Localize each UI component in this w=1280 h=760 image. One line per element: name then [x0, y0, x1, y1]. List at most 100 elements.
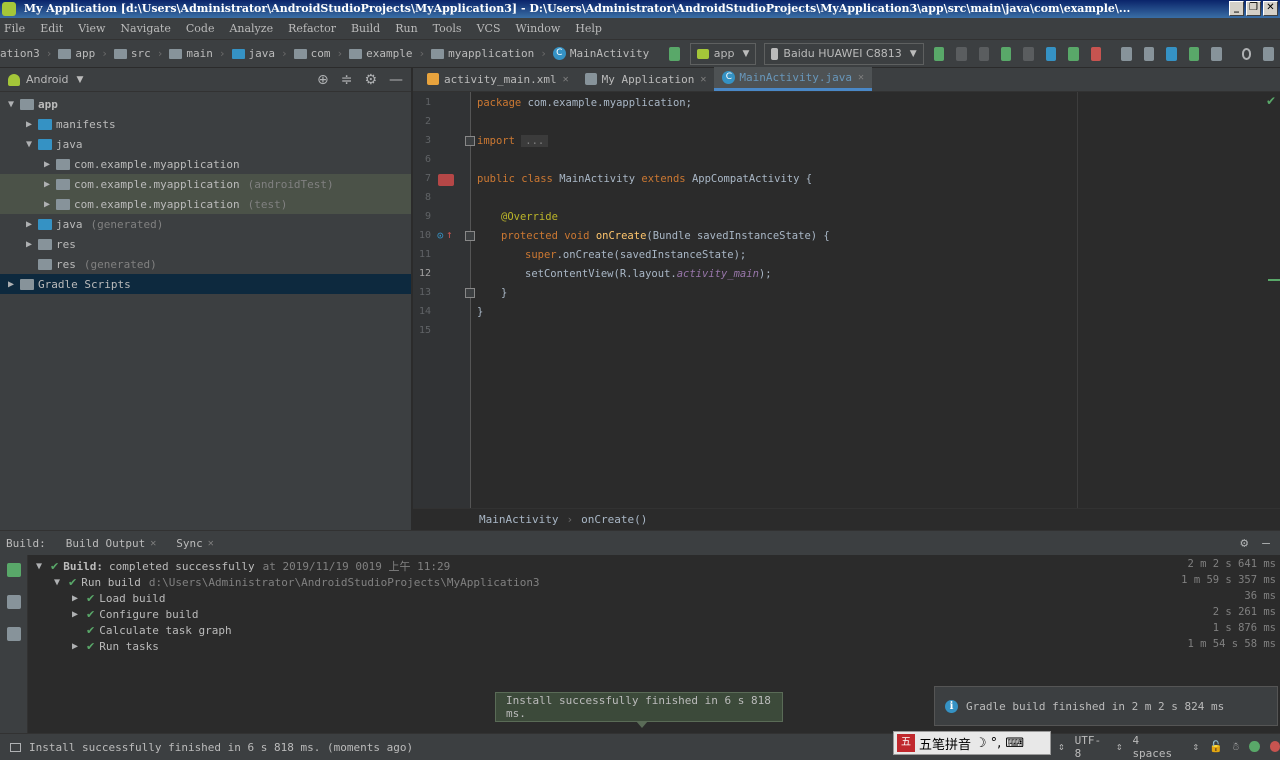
- tab-sync[interactable]: Sync ✕: [176, 537, 214, 550]
- tab-activity-main-xml[interactable]: activity_main.xml ✕: [419, 67, 577, 91]
- menu-code[interactable]: Code: [186, 22, 215, 35]
- expand-icon[interactable]: ▶: [4, 279, 18, 290]
- tool-windows-icon[interactable]: [10, 742, 21, 752]
- chevron-down-icon[interactable]: ▼: [77, 75, 84, 85]
- toggle-view-icon[interactable]: [7, 595, 21, 609]
- close-button[interactable]: ✕: [1263, 1, 1278, 16]
- fold-icon[interactable]: [465, 231, 475, 241]
- build-row[interactable]: ▶ ✔ Run tasks: [30, 638, 159, 654]
- pin-icon[interactable]: [7, 627, 21, 641]
- expand-icon[interactable]: ▶: [40, 199, 54, 210]
- event-log-icon[interactable]: [1263, 46, 1274, 61]
- expand-icon[interactable]: ▶: [40, 159, 54, 170]
- punctuation-icon[interactable]: °,: [991, 736, 1002, 751]
- breadcrumb-myapplication[interactable]: myapplication ›: [431, 47, 547, 60]
- close-icon[interactable]: ✕: [858, 72, 864, 83]
- expand-icon[interactable]: ▶: [22, 239, 36, 250]
- sdk-manager-icon[interactable]: [1211, 46, 1222, 61]
- menu-build[interactable]: Build: [351, 22, 380, 35]
- breadcrumb-java[interactable]: java ›: [231, 47, 288, 60]
- close-icon[interactable]: ✕: [208, 538, 214, 549]
- tree-item[interactable]: ▶ com.example.myapplication: [0, 154, 411, 174]
- tree-item[interactable]: ▶ res: [0, 234, 411, 254]
- hide-icon[interactable]: —: [389, 72, 403, 88]
- apply-changes-icon[interactable]: [956, 46, 967, 61]
- tree-item[interactable]: ▶ com.example.myapplication (androidTest): [0, 174, 411, 194]
- tree-item[interactable]: ▼ java: [0, 134, 411, 154]
- build-row[interactable]: ✔ Calculate task graph: [30, 622, 232, 638]
- event-log-badge[interactable]: [1249, 741, 1260, 752]
- attach-debugger-icon[interactable]: [1023, 46, 1034, 61]
- run-config-select[interactable]: app ▼: [689, 42, 757, 65]
- inspection-ok-icon[interactable]: ✔: [1266, 94, 1276, 108]
- expanded-icon[interactable]: ▼: [32, 561, 46, 572]
- breadcrumb-com[interactable]: com ›: [293, 47, 343, 60]
- stop-icon[interactable]: [1090, 46, 1102, 61]
- project-view-select[interactable]: Android: [26, 73, 69, 86]
- breadcrumb-class[interactable]: MainActivity: [479, 513, 558, 526]
- tree-item[interactable]: ▶ java (generated): [0, 214, 411, 234]
- build-row[interactable]: ▶ ✔ Load build: [30, 590, 165, 606]
- project-structure-icon[interactable]: [1121, 46, 1132, 61]
- locate-icon[interactable]: ⊕: [317, 72, 329, 88]
- menu-file[interactable]: File: [4, 22, 25, 35]
- breadcrumb-app[interactable]: app ›: [58, 47, 108, 60]
- tab-mainactivity-java[interactable]: C MainActivity.java ✕: [714, 67, 872, 91]
- avd-manager-icon[interactable]: [1188, 46, 1200, 61]
- error-badge[interactable]: [1269, 741, 1280, 752]
- menu-analyze[interactable]: Analyze: [229, 22, 273, 35]
- tab-my-application[interactable]: My Application ✕: [577, 67, 715, 91]
- tab-build-output[interactable]: Build Output ✕: [66, 537, 157, 550]
- menu-view[interactable]: View: [78, 22, 105, 35]
- close-icon[interactable]: ✕: [700, 74, 706, 85]
- fold-icon[interactable]: [465, 288, 475, 298]
- breadcrumb-mainactivity[interactable]: C MainActivity: [552, 47, 649, 60]
- indent-select[interactable]: 4 spaces: [1132, 734, 1182, 760]
- expand-icon[interactable]: ▶: [40, 179, 54, 190]
- build-row[interactable]: ▼ ✔ Run build d:\Users\Administrator\Androi…: [30, 574, 540, 590]
- menu-vcs[interactable]: VCS: [477, 22, 501, 35]
- tree-item[interactable]: ▶ Gradle Scripts: [0, 274, 411, 294]
- ime-toolbar[interactable]: 五 五笔拼音 ☽ °, ⌨: [893, 731, 1051, 755]
- gear-icon[interactable]: ⚙: [1240, 536, 1248, 551]
- expand-icon[interactable]: ▶: [22, 219, 36, 230]
- hide-icon[interactable]: —: [1262, 536, 1270, 551]
- make-project-icon[interactable]: [669, 46, 680, 61]
- breadcrumb-method[interactable]: onCreate(): [581, 513, 647, 526]
- tree-item[interactable]: ▼ app: [0, 94, 411, 114]
- breadcrumb-src[interactable]: src ›: [113, 47, 163, 60]
- hector-icon[interactable]: ☃: [1233, 740, 1240, 753]
- rerun-icon[interactable]: [933, 46, 945, 61]
- restore-button[interactable]: ❐: [1246, 1, 1261, 16]
- override-marker-icon[interactable]: ⊙: [437, 229, 444, 242]
- menu-window[interactable]: Window: [515, 22, 560, 35]
- moon-icon[interactable]: ☽: [975, 736, 987, 751]
- close-icon[interactable]: ✕: [563, 74, 569, 85]
- profile-icon[interactable]: [1045, 46, 1057, 61]
- build-row[interactable]: ▼ ✔ Build: completed successfully at 2019/11…: [30, 558, 450, 574]
- close-icon[interactable]: ✕: [150, 538, 156, 549]
- minimize-button[interactable]: _: [1229, 1, 1244, 16]
- layout-editor-icon[interactable]: [1143, 46, 1155, 61]
- breadcrumb-project[interactable]: ation3 ›: [0, 47, 52, 60]
- tree-item[interactable]: ▶ manifests: [0, 114, 411, 134]
- keyboard-icon[interactable]: ⌨: [1005, 736, 1024, 751]
- status-message[interactable]: Install successfully finished in 6 s 818…: [29, 741, 413, 754]
- gradle-notification[interactable]: i Gradle build finished in 2 m 2 s 824 ms: [934, 686, 1278, 726]
- menu-help[interactable]: Help: [575, 22, 602, 35]
- install-toast[interactable]: Install successfully finished in 6 s 818…: [495, 692, 783, 728]
- lock-icon[interactable]: 🔓: [1209, 740, 1223, 753]
- expanded-icon[interactable]: ▼: [22, 139, 36, 150]
- hammer-icon[interactable]: [7, 563, 21, 577]
- expanded-icon[interactable]: ▼: [50, 577, 64, 588]
- fold-icon[interactable]: [465, 136, 475, 146]
- encoding-select[interactable]: UTF-8: [1075, 734, 1106, 760]
- sync-gradle-icon[interactable]: [1166, 46, 1177, 61]
- activity-class-icon[interactable]: [438, 174, 454, 186]
- search-icon[interactable]: [1241, 47, 1252, 60]
- tree-item[interactable]: ▶ com.example.myapplication (test): [0, 194, 411, 214]
- menu-navigate[interactable]: Navigate: [120, 22, 170, 35]
- menu-run[interactable]: Run: [395, 22, 417, 35]
- expanded-icon[interactable]: ▼: [4, 99, 18, 110]
- expand-icon[interactable]: ▶: [68, 609, 82, 620]
